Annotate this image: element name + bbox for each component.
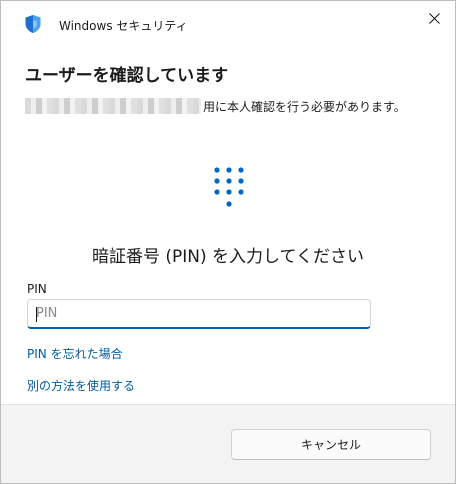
dialog-heading: ユーザーを確認しています <box>25 66 229 86</box>
close-icon <box>428 12 440 24</box>
shield-icon <box>25 15 41 33</box>
pin-label: PIN <box>27 282 47 296</box>
window-title: Windows セキュリティ <box>59 19 188 33</box>
text-caret <box>36 307 37 322</box>
forgot-pin-link[interactable]: PIN を忘れた場合 <box>27 345 123 362</box>
pin-input[interactable] <box>28 300 370 327</box>
cancel-button[interactable]: キャンセル <box>231 429 431 460</box>
account-line: 用に本人確認を行う必要があります。 <box>25 96 406 116</box>
keypad-icon <box>214 167 244 207</box>
redacted-account-name <box>25 98 201 114</box>
account-suffix-text: 用に本人確認を行う必要があります。 <box>203 99 406 114</box>
pin-field[interactable] <box>27 299 371 329</box>
close-button[interactable] <box>413 1 455 35</box>
title-bar: Windows セキュリティ <box>1 1 455 45</box>
security-dialog: Windows セキュリティ ユーザーを確認しています 用に本人確認を行う必要が… <box>0 0 456 484</box>
other-method-link[interactable]: 別の方法を使用する <box>27 377 135 394</box>
pin-prompt: 暗証番号 (PIN) を入力してください <box>91 247 365 267</box>
dialog-footer: キャンセル <box>1 404 455 483</box>
